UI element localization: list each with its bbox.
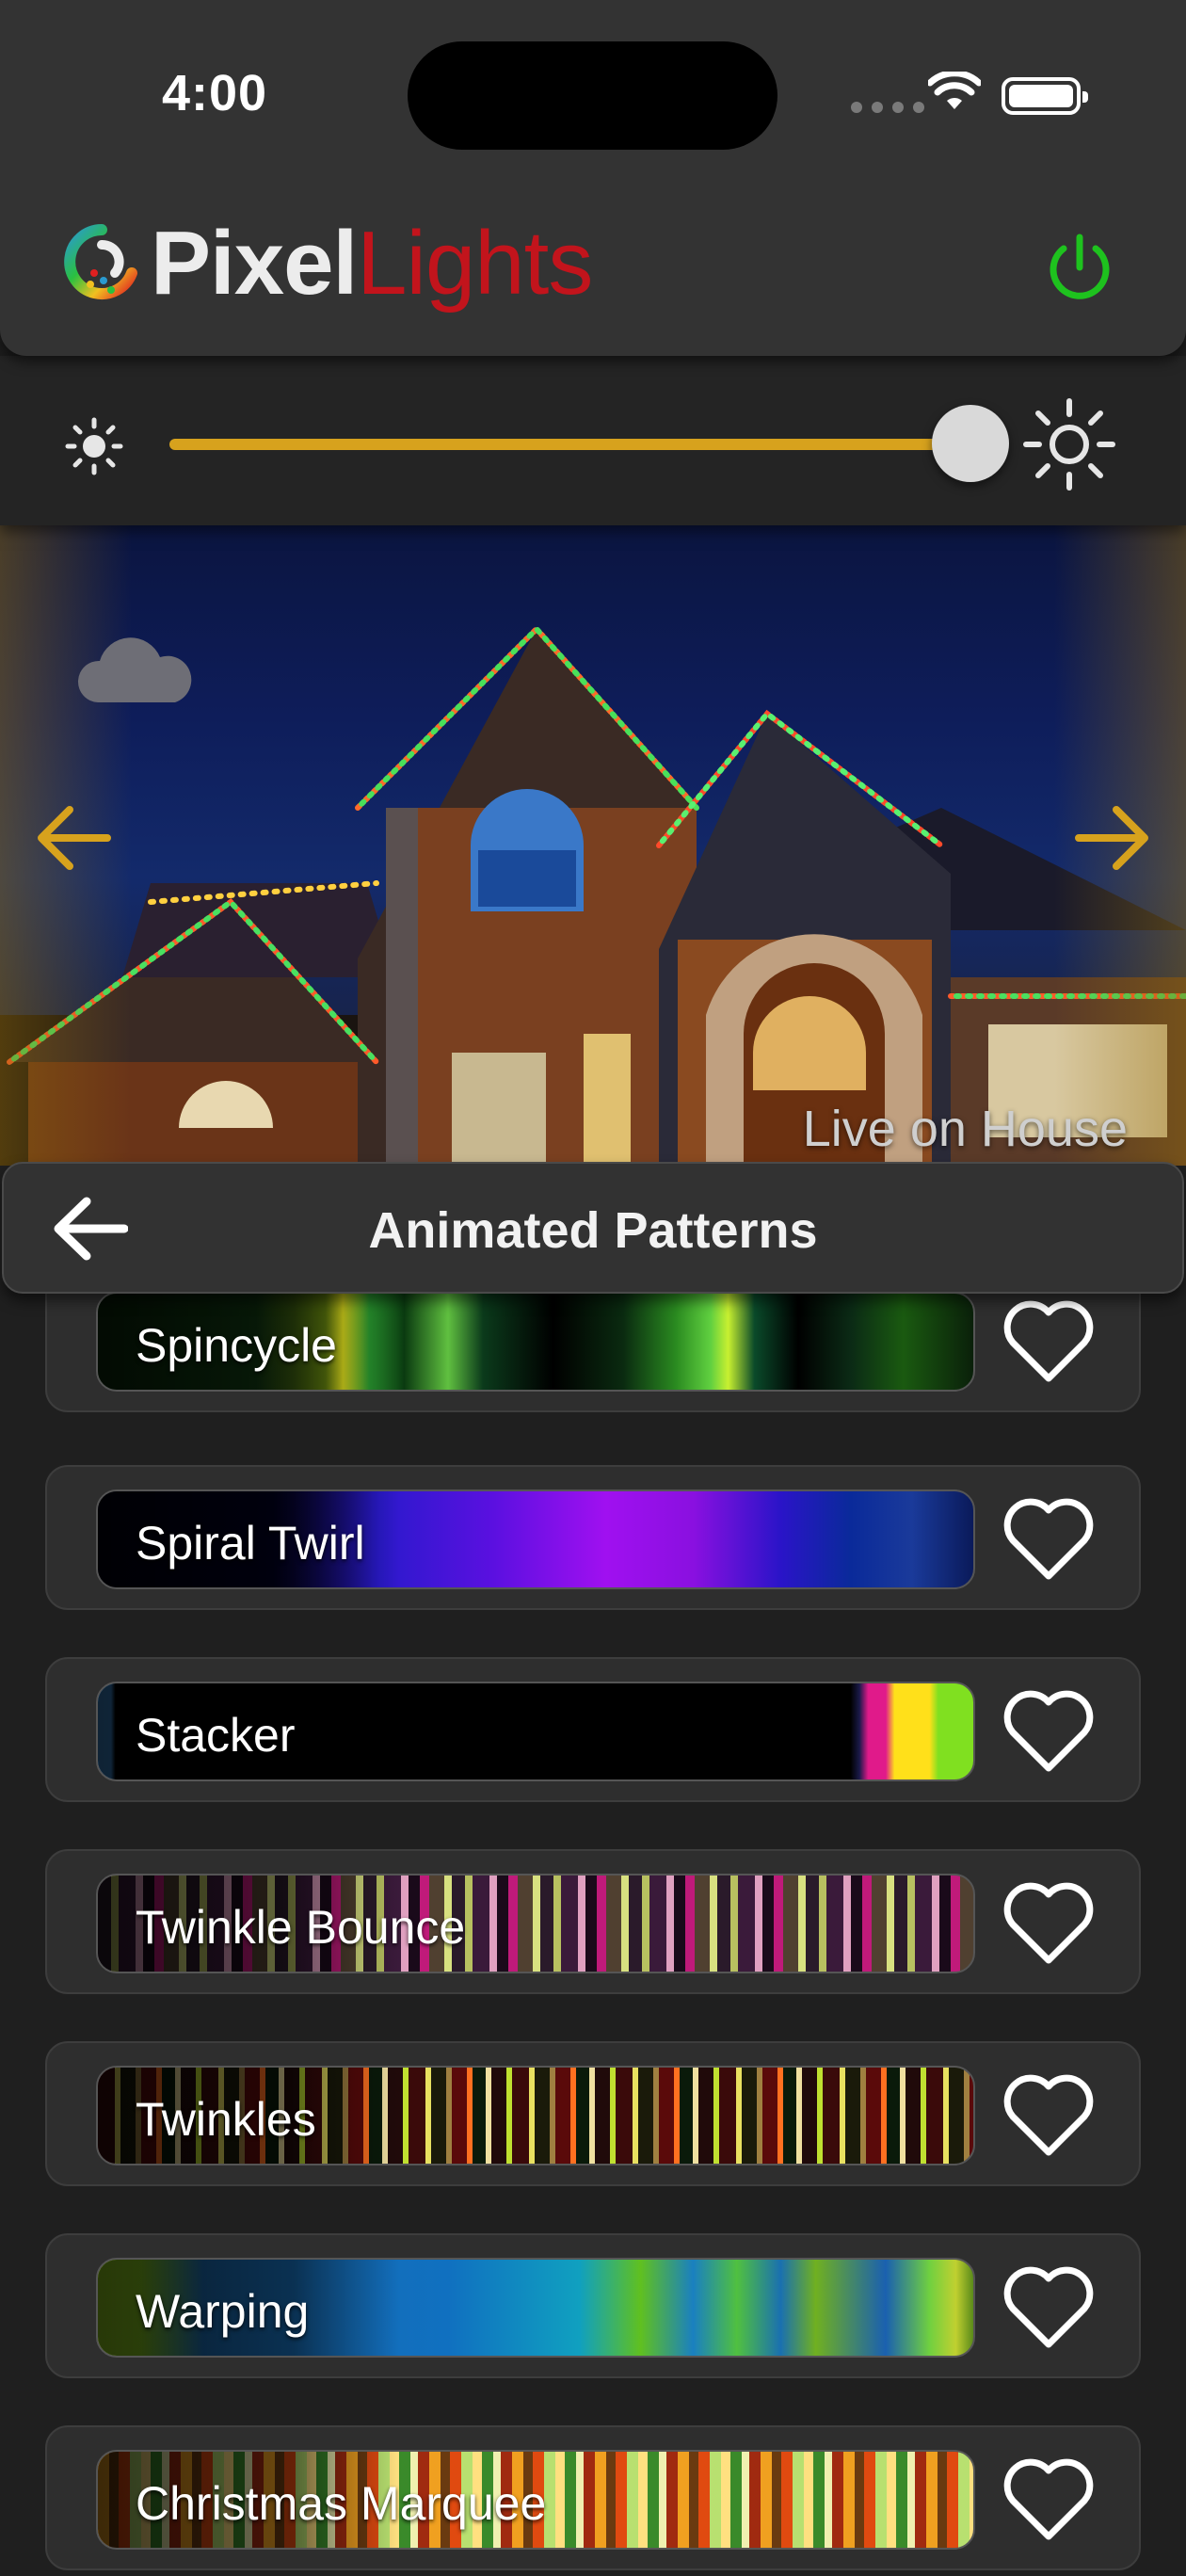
heart-icon[interactable] bbox=[1000, 1874, 1098, 1972]
heart-icon[interactable] bbox=[1000, 1294, 1098, 1390]
list-item[interactable]: Twinkles bbox=[45, 2041, 1141, 2186]
pattern-name: Spincycle bbox=[136, 1319, 337, 1372]
list-item[interactable]: Stacker bbox=[45, 1657, 1141, 1802]
pattern-preview-strip[interactable]: Spincycle bbox=[96, 1294, 975, 1392]
pattern-preview-strip[interactable]: Twinkles bbox=[96, 2066, 975, 2165]
section-header: Animated Patterns bbox=[2, 1162, 1184, 1294]
pattern-name: Twinkles bbox=[136, 2093, 316, 2146]
brightness-slider-track[interactable] bbox=[169, 439, 970, 450]
app-logo: Pixel Lights bbox=[58, 213, 593, 314]
pattern-name: Stacker bbox=[136, 1709, 296, 1762]
pattern-preview-strip[interactable]: Twinkle Bounce bbox=[96, 1874, 975, 1973]
wifi-icon bbox=[928, 72, 981, 109]
sun-dim-icon bbox=[65, 417, 123, 475]
brightness-bar bbox=[0, 356, 1186, 525]
logo-text-lights: Lights bbox=[357, 213, 593, 314]
pattern-preview-strip[interactable]: Christmas Marquee bbox=[96, 2450, 975, 2550]
list-item[interactable]: Warping bbox=[45, 2233, 1141, 2378]
status-time: 4:00 bbox=[162, 65, 268, 121]
list-item[interactable]: Christmas Marquee bbox=[45, 2425, 1141, 2570]
pattern-preview-strip[interactable]: Warping bbox=[96, 2258, 975, 2358]
logo-mark-icon bbox=[64, 224, 137, 299]
cloud-icon bbox=[77, 637, 192, 702]
sun-bright-icon bbox=[1023, 398, 1115, 491]
brightness-slider-thumb[interactable] bbox=[932, 405, 1009, 482]
list-item[interactable]: Spincycle bbox=[45, 1294, 1141, 1412]
heart-icon[interactable] bbox=[1000, 1489, 1098, 1587]
heart-icon[interactable] bbox=[1000, 2066, 1098, 2164]
pattern-preview-strip[interactable]: Spiral Twirl bbox=[96, 1489, 975, 1589]
list-item[interactable]: Spiral Twirl bbox=[45, 1465, 1141, 1610]
pattern-preview-strip[interactable]: Stacker bbox=[96, 1682, 975, 1781]
heart-icon[interactable] bbox=[1000, 1682, 1098, 1779]
arrow-right-icon[interactable] bbox=[1075, 802, 1150, 874]
live-on-house-label: Live on House bbox=[802, 1101, 1128, 1157]
cellular-signal-icon bbox=[851, 102, 924, 113]
heart-icon[interactable] bbox=[1000, 2450, 1098, 2548]
section-title: Animated Patterns bbox=[368, 1202, 818, 1259]
pattern-list: Spincycle Spiral Twirl Stacker Twinkle B… bbox=[0, 1294, 1186, 2576]
heart-icon[interactable] bbox=[1000, 2258, 1098, 2356]
battery-icon bbox=[1002, 77, 1088, 115]
pattern-name: Twinkle Bounce bbox=[136, 1901, 466, 1954]
power-icon[interactable] bbox=[1043, 232, 1116, 305]
dynamic-island bbox=[408, 41, 777, 150]
app-header: 4:00 Pixel Lights bbox=[0, 0, 1186, 356]
arrow-left-icon[interactable] bbox=[36, 802, 111, 874]
pattern-name: Warping bbox=[136, 2285, 310, 2338]
list-item[interactable]: Twinkle Bounce bbox=[45, 1849, 1141, 1994]
logo-text-pixel: Pixel bbox=[151, 213, 358, 314]
pattern-name: Christmas Marquee bbox=[136, 2477, 547, 2530]
pattern-name: Spiral Twirl bbox=[136, 1517, 365, 1570]
